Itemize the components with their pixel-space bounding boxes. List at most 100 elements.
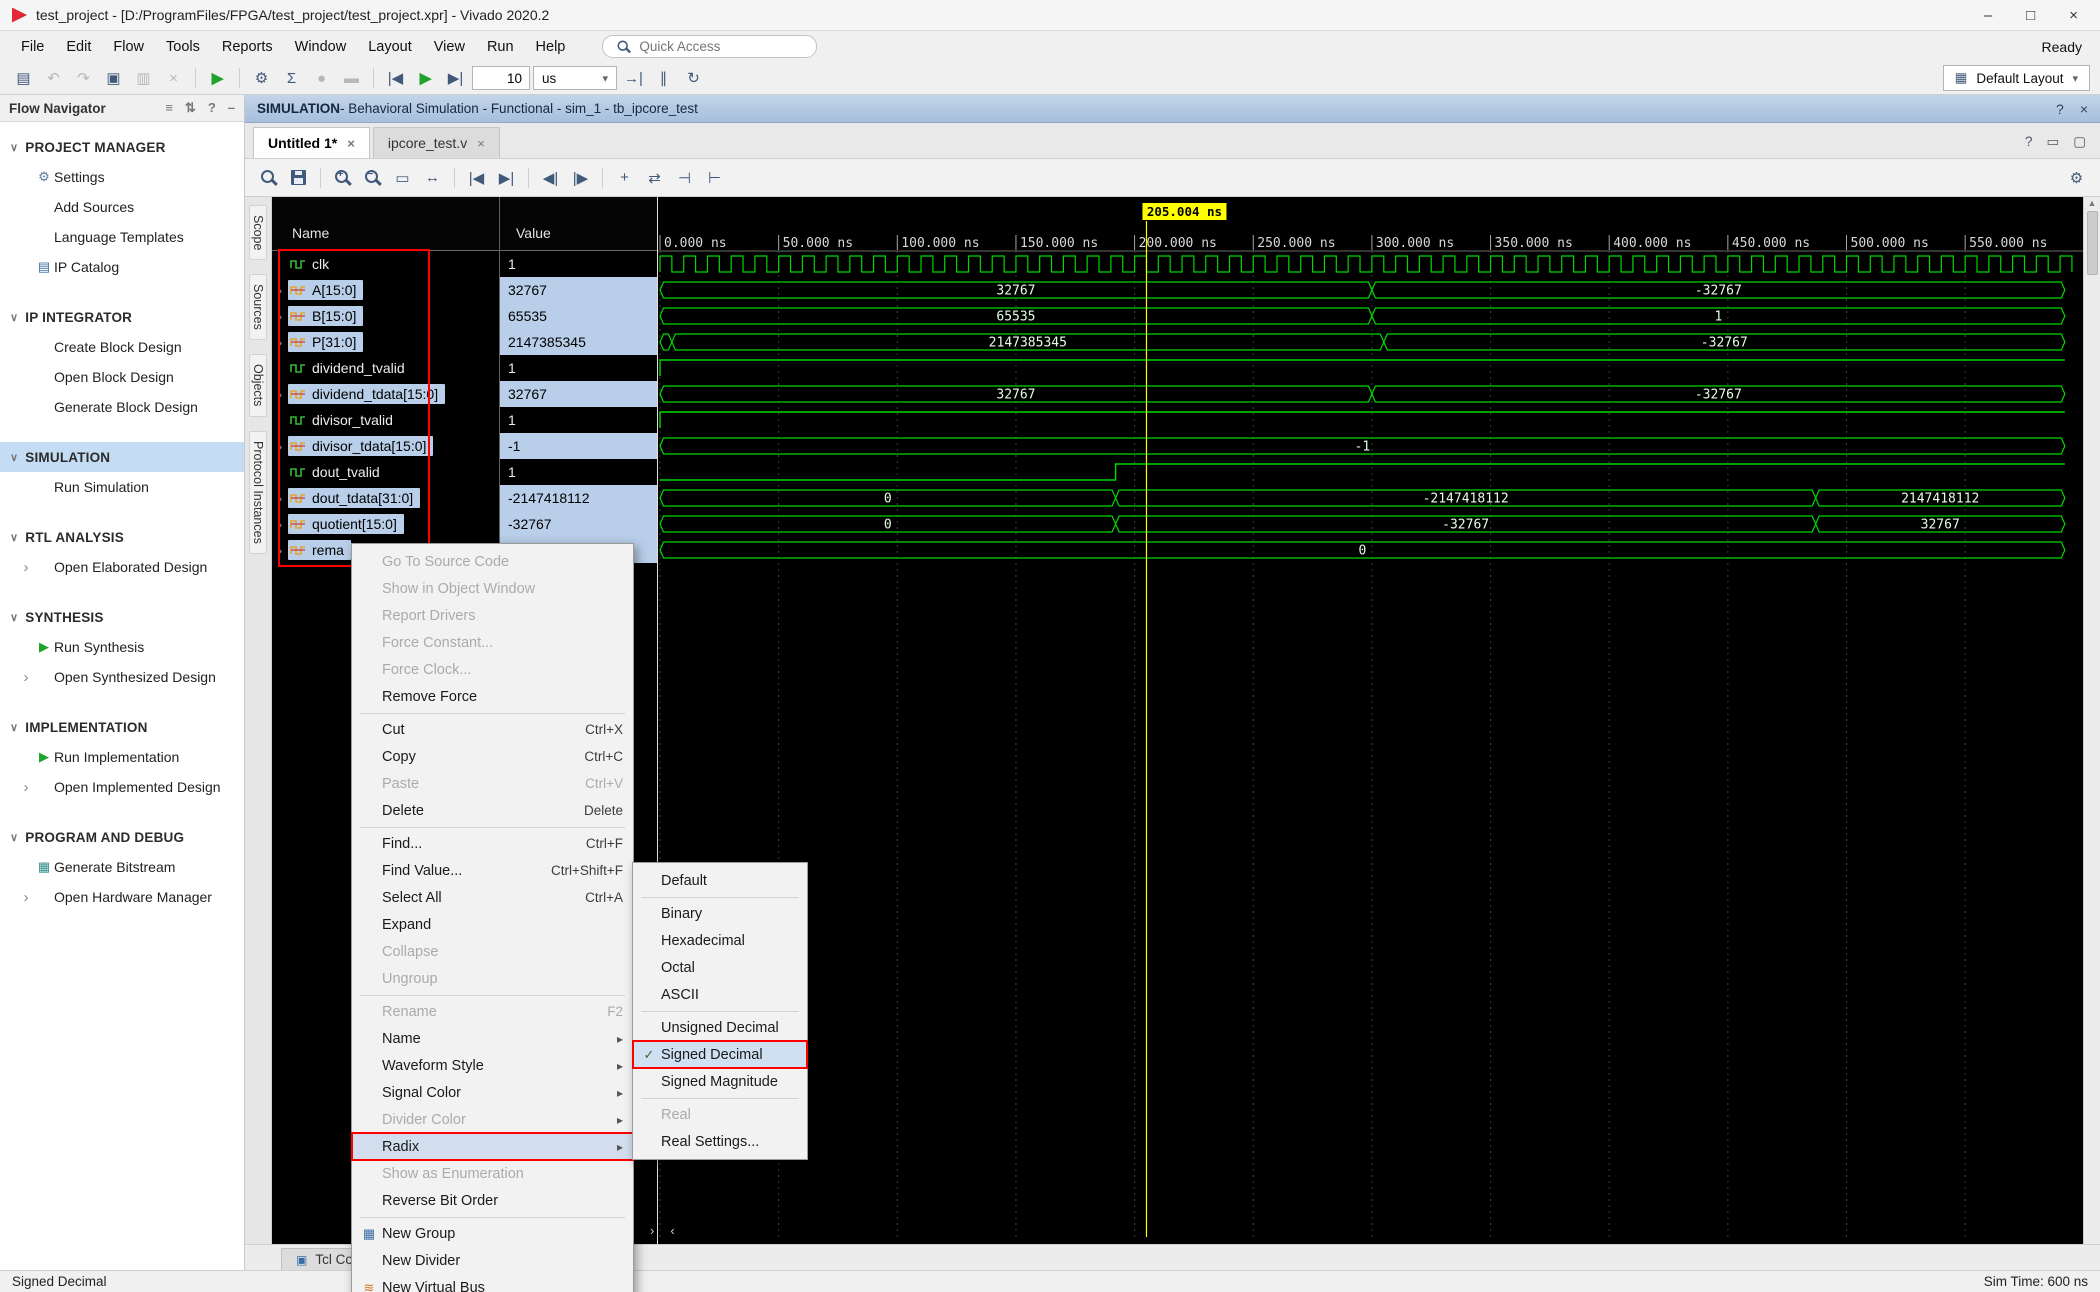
find-icon[interactable] [255, 165, 282, 191]
signal-value-dout-tvalid[interactable]: 1 [500, 459, 657, 485]
signal-row-clk[interactable]: clk [272, 251, 499, 277]
signal-row-b-15-0[interactable]: ›B[15:0] [272, 303, 499, 329]
radix-option-real-settings[interactable]: Real Settings... [633, 1128, 807, 1155]
expander-icon[interactable]: › [18, 889, 34, 906]
signal-row-divisor-tdata-15-0[interactable]: ›divisor_tdata[15:0] [272, 433, 499, 459]
tab-untitled-1[interactable]: Untitled 1*× [253, 127, 370, 158]
maximize-window-icon[interactable]: □ [2026, 7, 2035, 24]
flow-item-generate-block-design[interactable]: Generate Block Design [0, 392, 244, 422]
context-menu-item-find[interactable]: Find...Ctrl+F [352, 830, 633, 857]
context-menu-item-select-all[interactable]: Select AllCtrl+A [352, 884, 633, 911]
expand-collapse-icon[interactable]: ⇅ [185, 100, 196, 116]
zoom-fit-icon[interactable]: ▭ [389, 165, 416, 191]
scroll-up-icon[interactable]: ▲ [2088, 198, 2097, 208]
step-icon[interactable]: →| [620, 65, 647, 91]
context-menu-item-expand[interactable]: Expand [352, 911, 633, 938]
flow-item-language-templates[interactable]: Language Templates [0, 222, 244, 252]
flow-section-header-simulation[interactable]: ∨SIMULATION [0, 442, 244, 472]
flow-item-run-implementation[interactable]: ▶Run Implementation [0, 742, 244, 772]
context-menu-item-new-virtual-bus[interactable]: ≋New Virtual Bus [352, 1274, 633, 1292]
close-tab-icon[interactable]: × [347, 136, 355, 151]
radix-option-ascii[interactable]: ASCII [633, 981, 807, 1008]
help-icon[interactable]: ? [2056, 101, 2064, 117]
radix-option-unsigned-decimal[interactable]: Unsigned Decimal [633, 1014, 807, 1041]
context-menu-item-new-divider[interactable]: New Divider [352, 1247, 633, 1274]
signal-row-dividend-tdata-15-0[interactable]: ›dividend_tdata[15:0] [272, 381, 499, 407]
vertical-scrollbar[interactable]: ▲ [2083, 197, 2100, 1244]
go-to-end-icon[interactable]: ▶| [493, 165, 520, 191]
swap-cursors-icon[interactable]: ⇄ [641, 165, 668, 191]
expander-icon[interactable]: › [272, 335, 288, 350]
flow-item-add-sources[interactable]: Add Sources [0, 192, 244, 222]
collapse-all-icon[interactable]: ≡ [165, 100, 173, 116]
scrollbar-thumb[interactable] [2087, 211, 2098, 275]
flow-item-generate-bitstream[interactable]: ▦Generate Bitstream [0, 852, 244, 882]
context-menu-item-remove-force[interactable]: Remove Force [352, 683, 633, 710]
zoom-in-icon[interactable]: + [329, 165, 356, 191]
play-icon[interactable]: ▶ [412, 65, 439, 91]
context-menu-item-cut[interactable]: CutCtrl+X [352, 716, 633, 743]
scroll-left-icon[interactable]: ‹ [670, 1223, 674, 1238]
signal-row-dout-tdata-31-0[interactable]: ›dout_tdata[31:0] [272, 485, 499, 511]
expander-icon[interactable]: › [272, 517, 288, 532]
time-unit-select[interactable]: us▾ [533, 66, 617, 90]
expander-icon[interactable]: › [272, 491, 288, 506]
radix-option-signed-magnitude[interactable]: Signed Magnitude [633, 1068, 807, 1095]
close-window-icon[interactable]: × [2069, 7, 2078, 24]
expander-icon[interactable]: › [18, 559, 34, 576]
flow-item-open-elaborated-design[interactable]: ›Open Elaborated Design [0, 552, 244, 582]
help-icon[interactable]: ? [2025, 134, 2033, 150]
signal-value-clk[interactable]: 1 [500, 251, 657, 277]
menu-help[interactable]: Help [525, 34, 577, 60]
flow-item-run-simulation[interactable]: Run Simulation [0, 472, 244, 502]
context-menu-item-find-value[interactable]: Find Value...Ctrl+Shift+F [352, 857, 633, 884]
signal-row-dout-tvalid[interactable]: dout_tvalid [272, 459, 499, 485]
close-tab-icon[interactable]: × [477, 136, 485, 151]
flow-item-open-hardware-manager[interactable]: ›Open Hardware Manager [0, 882, 244, 912]
signal-value-b-15-0[interactable]: 65535 [500, 303, 657, 329]
expander-icon[interactable]: › [272, 439, 288, 454]
quick-access-input[interactable] [639, 39, 789, 54]
signal-value-quotient-15-0[interactable]: -32767 [500, 511, 657, 537]
context-menu-item-waveform-style[interactable]: Waveform Style▸ [352, 1052, 633, 1079]
signal-value-dividend-tvalid[interactable]: 1 [500, 355, 657, 381]
expander-icon[interactable]: › [18, 779, 34, 796]
context-menu-item-radix[interactable]: Radix▸ [352, 1133, 633, 1160]
signal-value-dividend-tdata-15-0[interactable]: 32767 [500, 381, 657, 407]
signal-value-divisor-tvalid[interactable]: 1 [500, 407, 657, 433]
pause-icon[interactable]: ∥ [650, 65, 677, 91]
flow-item-open-synthesized-design[interactable]: ›Open Synthesized Design [0, 662, 244, 692]
context-menu-item-reverse-bit-order[interactable]: Reverse Bit Order [352, 1187, 633, 1214]
help-icon[interactable]: ? [208, 100, 216, 116]
simulation-run-time-input[interactable] [472, 66, 530, 90]
signal-row-dividend-tvalid[interactable]: dividend_tvalid [272, 355, 499, 381]
zoom-to-cursor-icon[interactable]: ↔ [419, 165, 446, 191]
menu-run[interactable]: Run [476, 34, 525, 60]
menu-edit[interactable]: Edit [55, 34, 102, 60]
waveform-plot[interactable]: 0.000 ns50.000 ns100.000 ns150.000 ns200… [657, 197, 2083, 1244]
menu-file[interactable]: File [10, 34, 55, 60]
quick-access-search[interactable] [602, 35, 817, 58]
wave-settings-gear-icon[interactable]: ⚙ [2063, 165, 2090, 191]
flow-section-header-project-manager[interactable]: ∨PROJECT MANAGER [0, 132, 244, 162]
radix-option-binary[interactable]: Binary [633, 900, 807, 927]
flow-section-header-implementation[interactable]: ∨IMPLEMENTATION [0, 712, 244, 742]
maximize-icon[interactable]: ▢ [2073, 134, 2086, 150]
tab-ipcore-test-v[interactable]: ipcore_test.v× [373, 127, 500, 158]
radix-option-hexadecimal[interactable]: Hexadecimal [633, 927, 807, 954]
radix-option-default[interactable]: Default [633, 867, 807, 894]
flow-item-create-block-design[interactable]: Create Block Design [0, 332, 244, 362]
menu-tools[interactable]: Tools [155, 34, 211, 60]
flow-item-ip-catalog[interactable]: ▤IP Catalog [0, 252, 244, 282]
expander-icon[interactable]: › [272, 309, 288, 324]
expander-icon[interactable]: › [272, 283, 288, 298]
float-icon[interactable]: ▭ [2046, 134, 2059, 150]
signal-value-dout-tdata-31-0[interactable]: -2147418112 [500, 485, 657, 511]
settings-icon[interactable]: ⚙ [248, 65, 275, 91]
signal-row-a-15-0[interactable]: ›A[15:0] [272, 277, 499, 303]
signal-value-a-15-0[interactable]: 32767 [500, 277, 657, 303]
expander-icon[interactable]: › [18, 669, 34, 686]
zoom-out-icon[interactable]: − [359, 165, 386, 191]
pane-scroll-arrows[interactable]: › ‹ [650, 1223, 675, 1238]
flow-section-header-program-and-debug[interactable]: ∨PROGRAM AND DEBUG [0, 822, 244, 852]
